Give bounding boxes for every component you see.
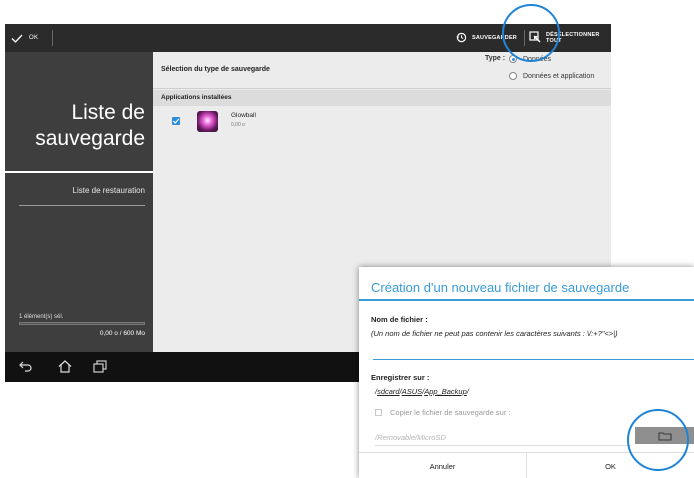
highlight-circle [627, 409, 689, 471]
sidebar-item-divider [19, 205, 145, 206]
sidebar-item-restore-list[interactable]: Liste de restauration [73, 186, 146, 195]
save-path: /sdcard/ASUS/App_Backup/ [375, 387, 469, 396]
copy-backup-label: Copier le fichier de sauvegarde sur : [390, 408, 511, 417]
backup-restore-icon [456, 32, 467, 45]
action-bar-divider [52, 30, 53, 46]
type-label: Type : [485, 55, 506, 62]
app-size: 0,00 o [231, 122, 245, 128]
filename-note: (Un nom de fichier ne peut pas contenir … [371, 329, 618, 338]
dialog-title: Création d'un nouveau fichier de sauvega… [371, 280, 630, 295]
highlight-circle [502, 4, 560, 62]
selection-count: 1 élément(s) sél. [19, 314, 64, 320]
sidebar-title-underline [5, 171, 153, 173]
sidebar: Liste de sauvegarde Liste de restauratio… [5, 52, 153, 352]
radio-label: Données et application [523, 72, 595, 80]
checkmark-icon [11, 34, 23, 43]
app-checkbox[interactable] [172, 117, 180, 125]
backup-type-heading: Sélection du type de sauvegarde [161, 66, 270, 73]
path-segment-sdcard[interactable]: sdcard [377, 387, 400, 396]
dialog-title-underline [359, 299, 694, 301]
radio-data-and-app[interactable]: Données et application [509, 72, 594, 80]
copy-path-field[interactable]: /Removable/MicroSD [375, 433, 631, 446]
recent-apps-icon[interactable] [93, 360, 107, 373]
storage-usage-bar [19, 322, 145, 325]
save-to-label: Enregistrer sur : [371, 373, 430, 382]
home-icon[interactable] [58, 360, 72, 373]
list-item[interactable]: Glowball 0,00 o [153, 108, 611, 136]
sidebar-title[interactable]: Liste de sauvegarde [5, 100, 145, 152]
path-segment-asus[interactable]: ASUS [402, 387, 422, 396]
copy-backup-checkbox[interactable] [375, 409, 382, 416]
section-title: Applications installées [161, 94, 232, 101]
section-header: Applications installées [153, 90, 611, 106]
header-divider [153, 88, 611, 89]
ok-action-button[interactable]: OK [11, 24, 38, 52]
cancel-button[interactable]: Annuler [359, 453, 526, 478]
filename-label: Nom de fichier : [371, 315, 428, 324]
copy-backup-row[interactable]: Copier le fichier de sauvegarde sur : [375, 408, 510, 417]
back-icon[interactable] [19, 360, 33, 372]
app-name: Glowball [231, 112, 256, 119]
ok-action-label: OK [29, 35, 39, 41]
storage-size-text: 0,00 o / 600 Mo [99, 330, 145, 337]
filename-input[interactable] [373, 349, 694, 360]
glowball-app-icon [197, 111, 218, 132]
radio-button[interactable] [509, 72, 517, 80]
path-segment-app-backup[interactable]: App_Backup [424, 387, 467, 396]
